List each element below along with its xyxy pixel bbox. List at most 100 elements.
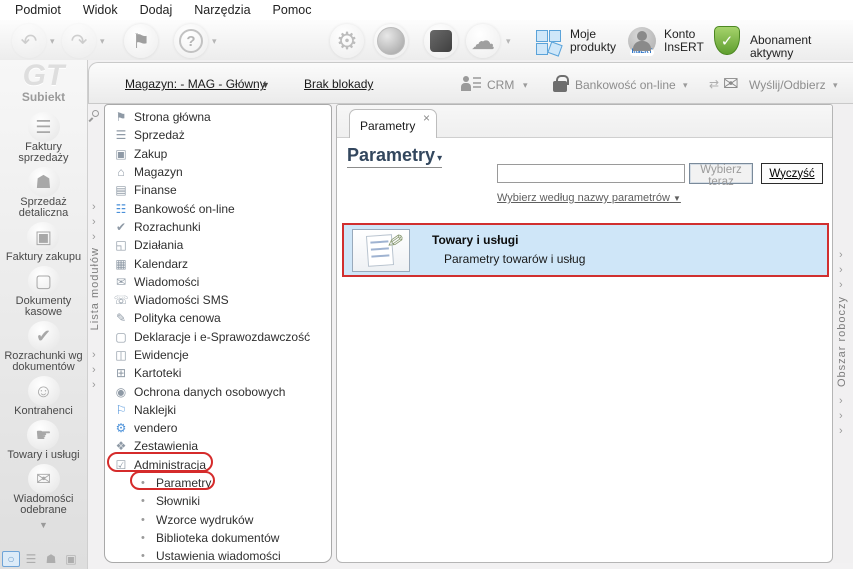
wyczysc-button[interactable]: Wyczyść [761, 163, 823, 184]
expand-chevron-icon[interactable]: › [839, 426, 843, 437]
module-item[interactable]: ◉ Ochrona danych osobowych [105, 382, 331, 400]
sphere-module-button[interactable] [424, 24, 458, 58]
flag-button[interactable]: ⚑ [124, 24, 158, 58]
module-item[interactable]: ▢ Deklaracje i e-Sprawozdawczość [105, 328, 331, 346]
module-item[interactable]: ⚙ vendero [105, 419, 331, 437]
submodule-wzorce-wydrukow[interactable]: • Wzorce wydruków [105, 511, 331, 529]
cloud-dropdown-icon[interactable]: ▾ [506, 36, 511, 47]
moje-produkty-label[interactable]: Moje produkty [570, 28, 632, 54]
module-item[interactable]: ⚑ Strona główna [105, 108, 331, 126]
expand-chevron-icon[interactable]: › [839, 265, 843, 276]
module-item[interactable]: ❖ Zestawienia [105, 437, 331, 455]
sidebar-item-sprzedaz-detaliczna[interactable]: ☗ Sprzedaż detaliczna [1, 167, 87, 219]
konto-insert-label[interactable]: Konto InsERT [664, 28, 716, 54]
sidebar-item-dokumenty-kasowe[interactable]: ▢ Dokumenty kasowe [1, 266, 87, 318]
tab-parametry[interactable]: Parametry × [349, 109, 437, 138]
abonament-badge[interactable]: ✓ [714, 26, 740, 55]
sidebar-item-wiadomosci-odebrane[interactable]: ✉ Wiadomości odebrane [1, 464, 87, 516]
expand-chevron-icon[interactable]: › [92, 202, 96, 213]
forward-button[interactable]: ↷ [62, 24, 96, 58]
submodule-parametry[interactable]: • Parametry [105, 474, 331, 492]
brak-blokady-link[interactable]: Brak blokady [304, 77, 373, 91]
magazyn-selector[interactable]: Magazyn: - MAG - Główny [125, 77, 266, 91]
module-item[interactable]: ⌂ Magazyn [105, 163, 331, 181]
settings-button[interactable]: ⚙ [330, 24, 364, 58]
expand-chevron-icon[interactable]: › [92, 380, 96, 391]
module-item[interactable]: ⊞ Kartoteki [105, 364, 331, 382]
expand-chevron-icon[interactable]: › [92, 232, 96, 243]
sidebar-item-faktury-sprzedazy[interactable]: ☰ Faktury sprzedaży [1, 112, 87, 164]
wybierz-teraz-button[interactable]: Wybierz teraz [689, 163, 753, 188]
crm-label[interactable]: CRM [487, 78, 514, 92]
result-towary-i-uslugi[interactable]: ✎ Towary i usługi Parametry towarów i us… [342, 223, 829, 277]
module-item[interactable]: ◱ Działania [105, 236, 331, 254]
view-register-icon[interactable]: ☗ [42, 551, 60, 567]
module-item[interactable]: ☏ Wiadomości SMS [105, 291, 331, 309]
forward-dropdown-icon[interactable]: ▾ [100, 36, 105, 47]
expand-chevron-icon[interactable]: › [839, 411, 843, 422]
menu-widok[interactable]: Widok [72, 1, 129, 19]
module-label: Kalendarz [134, 256, 189, 271]
online-services-button[interactable] [374, 24, 408, 58]
expand-chevron-icon[interactable]: › [92, 350, 96, 361]
parameter-group-icon: ✎ [352, 229, 410, 272]
submodule-ustawienia[interactable]: • Ustawienia wiadomości [105, 547, 331, 565]
filter-by-name-link[interactable]: Wybierz według nazwy parametrów ▼ [497, 192, 681, 204]
menu-pomoc[interactable]: Pomoc [262, 1, 323, 19]
submodule-biblioteka[interactable]: • Biblioteka dokumentów [105, 529, 331, 547]
module-item[interactable]: ✎ Polityka cenowa [105, 309, 331, 327]
module-item[interactable]: ✉ Wiadomości [105, 273, 331, 291]
konto-insert-button[interactable]: InsERT [628, 27, 656, 58]
sidebar-item-kontrahenci[interactable]: ☺ Kontrahenci [14, 376, 73, 417]
parameter-search-input[interactable] [497, 164, 685, 183]
sidebar-more-icon[interactable]: ▼ [39, 520, 48, 530]
tab-close-icon[interactable]: × [423, 111, 430, 125]
cloud-data-button[interactable]: ☁ [466, 24, 500, 58]
declarations-icon: ▢ [115, 329, 127, 344]
module-item[interactable]: ⚐ Naklejki [105, 401, 331, 419]
crm-dropdown-icon[interactable]: ▾ [523, 80, 528, 91]
module-item[interactable]: ▣ Zakup [105, 145, 331, 163]
help-button[interactable]: ? [174, 24, 208, 58]
submodule-slowniki[interactable]: • Słowniki [105, 492, 331, 510]
module-label: Zakup [134, 146, 168, 161]
sidebar-item-label: Faktury zakupu [5, 251, 82, 263]
module-item[interactable]: ◫ Ewidencje [105, 346, 331, 364]
module-item[interactable]: ▤ Finanse [105, 181, 331, 199]
send-envelope-icon: ✉ [723, 74, 739, 95]
sidebar-item-towary-uslugi[interactable]: ☛ Towary i usługi [7, 420, 80, 461]
pin-icon[interactable] [92, 110, 99, 117]
magazyn-dropdown-icon[interactable]: ▼ [261, 80, 270, 90]
page-title[interactable]: Parametry ▾ [347, 145, 443, 168]
expand-chevron-icon[interactable]: › [839, 280, 843, 291]
back-dropdown-icon[interactable]: ▾ [50, 36, 55, 47]
sidebar-item-faktury-zakupu[interactable]: ▣ Faktury zakupu [6, 222, 81, 263]
expand-chevron-icon[interactable]: › [92, 365, 96, 376]
view-boxes-icon[interactable]: ▣ [62, 551, 80, 567]
module-label: Kartoteki [134, 366, 182, 381]
menu-dodaj[interactable]: Dodaj [129, 1, 184, 19]
module-item[interactable]: ☰ Sprzedaż [105, 126, 331, 144]
menu-narzedzia[interactable]: Narzędzia [183, 1, 261, 19]
bankowosc-dropdown-icon[interactable]: ▾ [683, 80, 688, 91]
moje-produkty-button[interactable] [536, 28, 563, 57]
wyslij-odbierz-label[interactable]: Wyślij/Odbierz [749, 78, 826, 92]
back-button[interactable]: ↶ [12, 24, 46, 58]
wyslij-dropdown-icon[interactable]: ▾ [833, 80, 838, 91]
main-toolbar: ↶ ▾ ↷ ▾ ⚑ ? ▾ ⚙ ☁ ▾ Moje produkty InsERT… [0, 20, 853, 62]
sidebar-item-label: Dokumenty kasowe [15, 295, 72, 318]
module-item-administracja[interactable]: ☑ Administracja [105, 456, 331, 474]
module-item[interactable]: ▦ Kalendarz [105, 254, 331, 272]
sidebar-item-label: Sprzedaż detaliczna [18, 196, 69, 219]
expand-chevron-icon[interactable]: › [839, 396, 843, 407]
view-coins-icon[interactable]: ☰ [22, 551, 40, 567]
bankowosc-label[interactable]: Bankowość on-line [575, 78, 676, 92]
help-dropdown-icon[interactable]: ▾ [212, 36, 217, 47]
module-item[interactable]: ☷ Bankowość on-line [105, 199, 331, 217]
expand-chevron-icon[interactable]: › [839, 250, 843, 261]
menu-podmiot[interactable]: Podmiot [4, 1, 72, 19]
module-item[interactable]: ✔ Rozrachunki [105, 218, 331, 236]
expand-chevron-icon[interactable]: › [92, 217, 96, 228]
sidebar-item-rozrachunki[interactable]: ✔ Rozrachunki wg dokumentów [1, 321, 87, 373]
view-circle-icon[interactable]: ○ [2, 551, 20, 567]
